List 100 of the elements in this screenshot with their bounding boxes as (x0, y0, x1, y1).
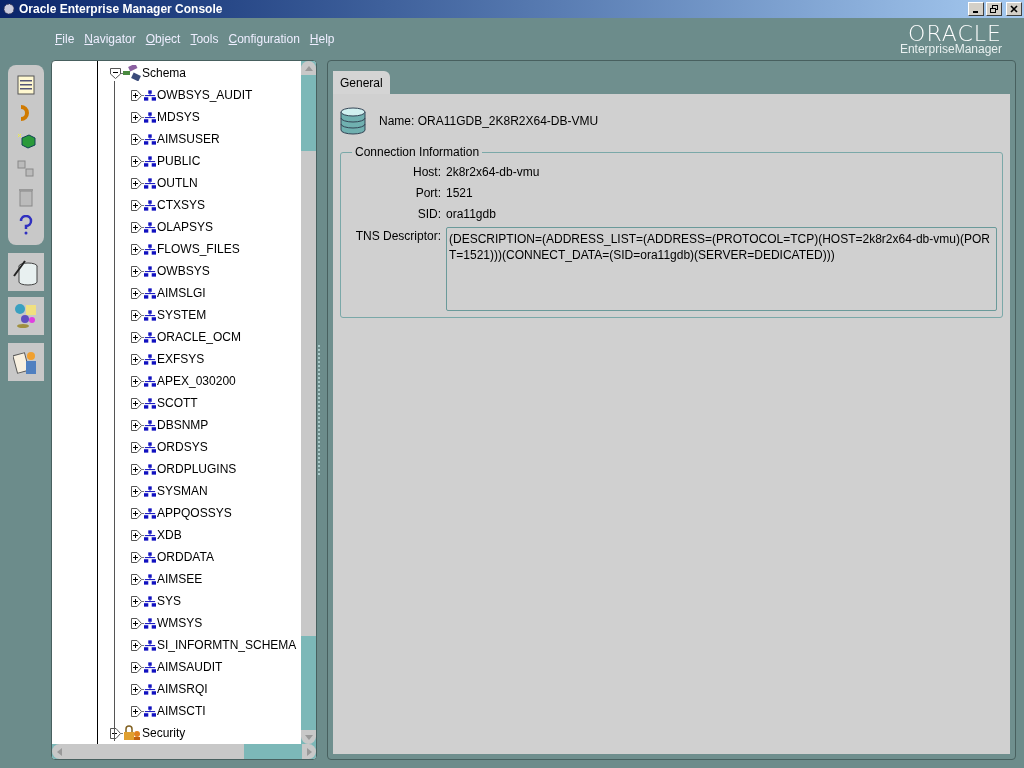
tree-item[interactable]: AIMSUSER (157, 130, 220, 148)
tree-item[interactable]: EXFSYS (157, 350, 205, 368)
expand-toggle[interactable] (131, 529, 142, 541)
database-wizard-button[interactable] (7, 253, 44, 291)
user-icon (144, 441, 156, 453)
tree-item[interactable]: CTXSYS (157, 196, 205, 214)
tree-item[interactable]: AIMSEE (157, 570, 203, 588)
field-label: TNS Descriptor: (354, 228, 441, 245)
expand-toggle[interactable] (131, 177, 142, 189)
minimize-button[interactable] (968, 2, 984, 16)
shapes-icon (12, 302, 39, 330)
tab[interactable]: General (333, 71, 390, 94)
expand-toggle[interactable] (131, 485, 142, 497)
tree-item[interactable]: OLAPSYS (157, 218, 214, 236)
tools-button[interactable] (7, 297, 44, 335)
user-icon (144, 639, 156, 651)
logo-brand: ORACLE (908, 23, 1002, 45)
expand-toggle[interactable] (131, 397, 142, 409)
user-icon (144, 705, 156, 717)
tree-item[interactable]: APPQOSSYS (157, 504, 232, 522)
field-value: ora11gdb (446, 205, 496, 223)
restore-icon (990, 5, 998, 13)
tree-item[interactable]: FLOWS_FILES (157, 240, 240, 258)
user-clipboard-button[interactable] (7, 343, 44, 381)
expand-toggle[interactable] (131, 551, 142, 563)
logo-product: EnterpriseManager (899, 43, 1002, 55)
expand-toggle[interactable] (131, 133, 142, 145)
expand-toggle[interactable] (131, 287, 142, 299)
tree-item[interactable]: SYS (157, 592, 181, 610)
tree-item[interactable]: ORDPLUGINS (157, 460, 237, 478)
collapse-toggle[interactable] (110, 67, 121, 79)
tree-item[interactable]: SYSTEM (157, 306, 207, 324)
horizontal-scrollbar[interactable] (52, 744, 316, 759)
tree-item[interactable]: APEX_030200 (157, 372, 236, 390)
user-icon (144, 243, 156, 255)
tree-item[interactable]: SYSMAN (157, 482, 208, 500)
tree-item[interactable]: XDB (157, 526, 182, 544)
expand-toggle[interactable] (131, 705, 142, 717)
expand-toggle[interactable] (131, 309, 142, 321)
close-button[interactable] (1006, 2, 1022, 16)
tree-item[interactable]: PUBLIC (157, 152, 201, 170)
tree-item[interactable]: AIMSLGI (157, 284, 206, 302)
database-icon (340, 107, 366, 135)
expand-toggle[interactable] (131, 463, 142, 475)
expand-toggle[interactable] (131, 89, 142, 101)
field-label: Host: (412, 163, 441, 181)
tns-descriptor-field[interactable]: (DESCRIPTION=(ADDRESS_LIST=(ADDRESS=(PROTOCOL=TCP)(HOST=2k8r2x64-db-vmu)(PORT=1521)))(CONNECT_DATA=(SID=ora11gdb)(SERVER=DEDICATED))) (446, 227, 997, 311)
tree-item[interactable]: OWBSYS (157, 262, 210, 280)
expand-toggle[interactable] (131, 507, 142, 519)
scroll-thumb[interactable] (66, 744, 244, 759)
schema-icon (123, 65, 141, 81)
window-title: Oracle Enterprise Manager Console (19, 1, 223, 18)
tree-item[interactable]: ORACLE_OCM (157, 328, 242, 346)
expand-toggle[interactable] (131, 111, 142, 123)
expand-toggle[interactable] (131, 265, 142, 277)
expand-toggle[interactable] (131, 683, 142, 695)
tree-item[interactable]: OWBSYS_AUDIT (157, 86, 253, 104)
tree-item[interactable]: DBSNMP (157, 416, 209, 434)
field-value: 1521 (446, 184, 473, 202)
expand-toggle[interactable] (131, 221, 142, 233)
scroll-thumb[interactable] (301, 151, 316, 636)
expand-toggle[interactable] (131, 661, 142, 673)
padlock-icon (123, 725, 141, 741)
user-icon (144, 265, 156, 277)
tree-item[interactable]: AIMSAUDIT (157, 658, 223, 676)
expand-toggle[interactable] (131, 441, 142, 453)
expand-toggle[interactable] (131, 617, 142, 629)
expand-toggle[interactable] (131, 199, 142, 211)
user-icon (144, 133, 156, 145)
tree-item[interactable]: SI_INFORMTN_SCHEMA (157, 636, 297, 654)
tree-item[interactable]: Security (142, 724, 186, 742)
user-icon (144, 507, 156, 519)
expand-toggle[interactable] (131, 639, 142, 651)
tree-item[interactable]: AIMSRQI (157, 680, 208, 698)
expand-toggle[interactable] (131, 331, 142, 343)
tree-item[interactable]: SCOTT (157, 394, 198, 412)
vertical-scrollbar[interactable] (301, 61, 316, 744)
tree-item[interactable]: WMSYS (157, 614, 203, 632)
expand-toggle[interactable] (131, 155, 142, 167)
field-label: Port: (414, 184, 441, 202)
expand-toggle[interactable] (131, 353, 142, 365)
expand-toggle[interactable] (131, 375, 142, 387)
field-value: 2k8r2x64-db-vmu (446, 163, 540, 181)
expand-toggle[interactable] (131, 573, 142, 585)
tree-item[interactable]: ORDSYS (157, 438, 208, 456)
expand-toggle[interactable] (131, 243, 142, 255)
tree-item[interactable]: MDSYS (157, 108, 200, 126)
tree-item[interactable]: OUTLN (157, 174, 198, 192)
user-icon (144, 111, 156, 123)
user-icon (144, 463, 156, 475)
user-icon (144, 287, 156, 299)
expand-toggle[interactable] (131, 595, 142, 607)
user-icon (144, 221, 156, 233)
expand-toggle[interactable] (131, 419, 142, 431)
restore-button[interactable] (986, 2, 1002, 16)
user-icon (144, 397, 156, 409)
tree-item[interactable]: Schema (142, 64, 187, 82)
tree-item[interactable]: ORDDATA (157, 548, 214, 566)
tree-item[interactable]: AIMSCTI (157, 702, 206, 720)
expand-toggle[interactable] (110, 727, 121, 739)
